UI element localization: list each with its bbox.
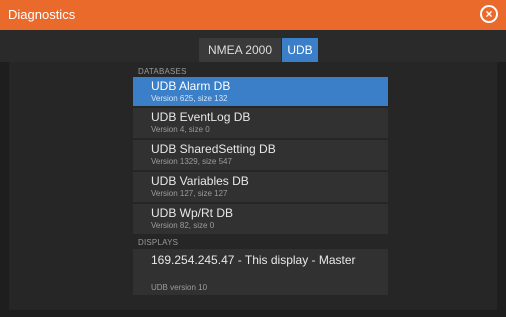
- item-title: UDB EventLog DB: [151, 110, 251, 124]
- list-item-display[interactable]: 169.254.245.47 - This display - Master U…: [133, 249, 388, 295]
- item-subtitle: Version 127, size 127: [151, 189, 228, 198]
- list-item-wprt-db[interactable]: UDB Wp/Rt DB Version 82, size 0: [133, 204, 388, 234]
- tab-nmea-2000[interactable]: NMEA 2000: [199, 38, 281, 62]
- item-title: UDB Variables DB: [151, 174, 249, 188]
- display-title: 169.254.245.47 - This display - Master: [151, 253, 356, 267]
- list-item-alarm-db[interactable]: UDB Alarm DB Version 625, size 132: [133, 77, 388, 106]
- databases-header: DATABASES: [138, 67, 187, 76]
- window-title: Diagnostics: [8, 7, 76, 22]
- tab-bar: NMEA 2000 UDB: [0, 30, 506, 62]
- item-title: UDB Alarm DB: [151, 79, 231, 93]
- item-subtitle: Version 82, size 0: [151, 221, 215, 230]
- list-item-sharedsetting-db[interactable]: UDB SharedSetting DB Version 1329, size …: [133, 140, 388, 170]
- item-subtitle: Version 4, size 0: [151, 125, 210, 134]
- list-item-variables-db[interactable]: UDB Variables DB Version 127, size 127: [133, 172, 388, 202]
- list-item-eventlog-db[interactable]: UDB EventLog DB Version 4, size 0: [133, 108, 388, 138]
- item-title: UDB SharedSetting DB: [151, 142, 276, 156]
- title-bar: Diagnostics ×: [0, 0, 506, 30]
- item-subtitle: Version 1329, size 547: [151, 157, 232, 166]
- displays-header: DISPLAYS: [138, 238, 179, 247]
- item-title: UDB Wp/Rt DB: [151, 206, 234, 220]
- item-subtitle: Version 625, size 132: [151, 94, 228, 103]
- display-subtitle: UDB version 10: [151, 283, 208, 292]
- close-icon[interactable]: ×: [480, 5, 498, 23]
- tab-udb[interactable]: UDB: [282, 38, 318, 62]
